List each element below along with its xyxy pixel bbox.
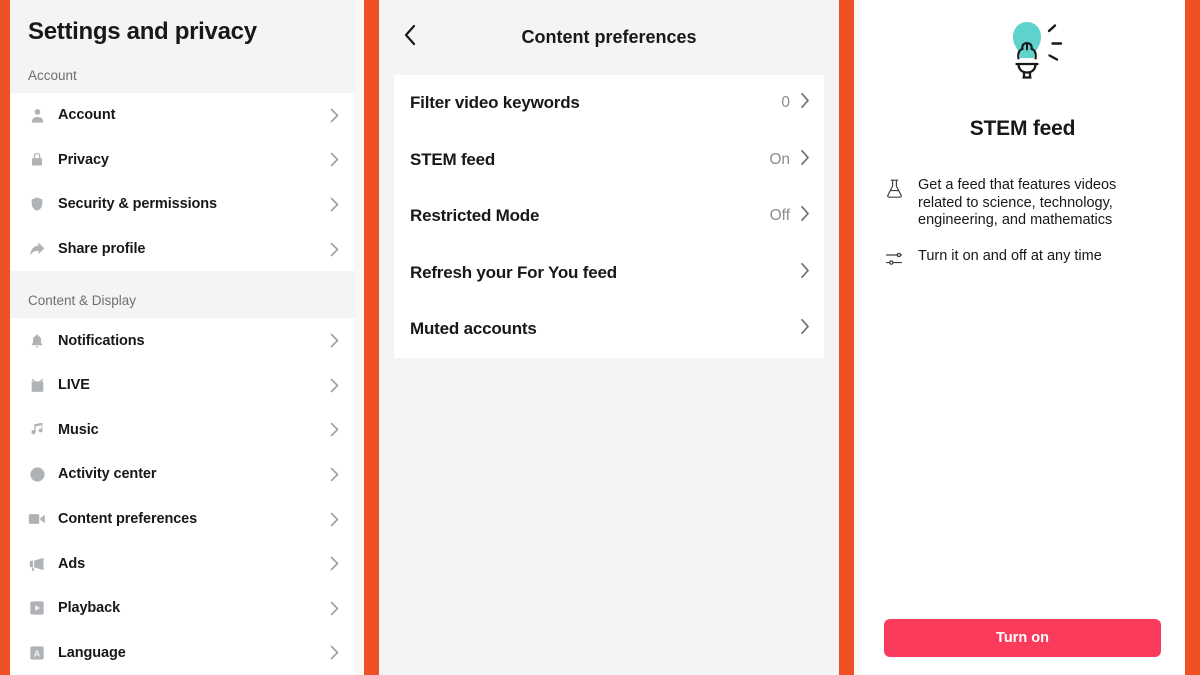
chevron-right-icon [330,467,339,482]
row-muted-accounts[interactable]: Muted accounts [394,301,824,358]
sidebar-item-label: Content preferences [58,511,198,528]
sidebar-item-label: Share profile [58,241,146,258]
chevron-right-icon [330,108,339,123]
sidebar-item-label: Language [58,644,126,661]
row-label: STEM feed [410,149,496,169]
sidebar-item-label: Account [58,107,116,124]
row-label: Muted accounts [410,319,537,339]
sidebar-group-content-display: Notifications LIVE Music Activity center… [10,318,355,675]
turn-on-button[interactable]: Turn on [884,619,1161,657]
chevron-right-icon [330,645,339,660]
back-button[interactable] [397,24,423,51]
chevron-right-icon [800,149,810,171]
row-refresh-for-you-feed[interactable]: Refresh your For You feed [394,245,824,302]
sidebar-item-content-preferences[interactable]: Content preferences [10,497,355,542]
video-camera-icon [28,510,46,528]
bell-icon [28,332,46,350]
row-label: Filter video keywords [410,93,580,113]
row-value: Off [769,207,790,225]
sidebar-item-label: Privacy [58,151,109,168]
sidebar-item-live[interactable]: LIVE [10,363,355,408]
sidebar-item-music[interactable]: Music [10,408,355,453]
chevron-right-icon [330,242,339,257]
sidebar-item-account[interactable]: Account [10,93,355,138]
sidebar-item-ads[interactable]: Ads [10,541,355,586]
feature-text: Turn it on and off at any time [918,247,1102,264]
content-preferences-panel: Content preferences Filter video keyword… [379,0,839,675]
share-arrow-icon [28,240,46,258]
svg-text:A: A [34,648,41,658]
sidebar-item-label: Ads [58,555,86,572]
settings-sidebar-panel: Settings and privacy Account Account Pri… [10,0,355,675]
sidebar-item-activity-center[interactable]: Activity center [10,452,355,497]
sidebar-item-label: Activity center [58,466,157,483]
content-preferences-list: Filter video keywords 0 STEM feed On Res… [394,75,824,358]
chevron-right-icon [330,333,339,348]
app-screen: Settings and privacy Account Account Pri… [0,0,1200,675]
lock-icon [28,151,46,169]
sidebar-item-label: Music [58,421,99,438]
row-label: Refresh your For You feed [410,262,617,282]
chevron-right-icon [330,422,339,437]
chevron-right-icon [330,601,339,616]
sidebar-item-share-profile[interactable]: Share profile [10,227,355,272]
sidebar-item-label: Notifications [58,332,145,349]
sidebar-item-playback[interactable]: Playback [10,586,355,631]
sidebar-item-security-permissions[interactable]: Security & permissions [10,182,355,227]
chevron-right-icon [330,197,339,212]
row-restricted-mode[interactable]: Restricted Mode Off [394,188,824,245]
chevron-right-icon [330,152,339,167]
megaphone-icon [28,555,46,573]
chevron-right-icon [800,318,810,340]
music-note-icon [28,421,46,439]
row-filter-video-keywords[interactable]: Filter video keywords 0 [394,75,824,132]
divider-orange-right [1185,0,1200,675]
feature-text: Get a feed that features videos related … [918,177,1117,228]
hero-illustration [884,0,1161,109]
page-title: Settings and privacy [28,18,257,45]
stem-feed-detail-panel: STEM feed Get a feed that features video… [860,0,1185,675]
feature-item: Turn it on and off at any time [884,248,1161,269]
feature-list: Get a feed that features videos related … [884,177,1161,269]
chevron-right-icon [800,205,810,227]
person-icon [28,106,46,124]
sidebar-item-language[interactable]: A Language [10,631,355,675]
language-a-icon: A [28,644,46,662]
sidebar-item-label: Playback [58,600,121,617]
content-preferences-title: Content preferences [521,27,697,47]
sidebar-section-label-content-display: Content & Display [10,271,355,319]
live-tv-icon [28,376,46,394]
divider-orange-left [0,0,10,675]
flask-icon [884,178,904,198]
divider-orange-1 [364,0,379,675]
row-label: Restricted Mode [410,206,540,226]
chevron-right-icon [800,262,810,284]
feature-item: Get a feed that features videos related … [884,177,1161,230]
gap-left-of-divider-1 [355,0,364,675]
row-value: 0 [781,94,790,112]
chevron-right-icon [800,92,810,114]
shield-icon [28,195,46,213]
chevron-right-icon [330,378,339,393]
row-stem-feed[interactable]: STEM feed On [394,132,824,189]
chevron-left-icon [404,24,417,51]
sidebar-item-privacy[interactable]: Privacy [10,138,355,183]
sliders-icon [884,249,904,269]
divider-orange-2 [839,0,854,675]
sidebar-item-label: Security & permissions [58,196,217,213]
sidebar-item-notifications[interactable]: Notifications [10,318,355,363]
content-preferences-header: Content preferences [379,0,839,75]
sidebar-item-label: LIVE [58,377,90,394]
chevron-right-icon [330,512,339,527]
chevron-right-icon [330,556,339,571]
lightbulb-icon [977,18,1069,109]
row-value: On [769,150,790,168]
sidebar-section-label-account: Account [10,46,355,93]
sidebar-group-account: Account Privacy Security & permissions S… [10,93,355,272]
play-box-icon [28,599,46,617]
clock-icon [28,465,46,483]
detail-title: STEM feed [969,117,1076,140]
